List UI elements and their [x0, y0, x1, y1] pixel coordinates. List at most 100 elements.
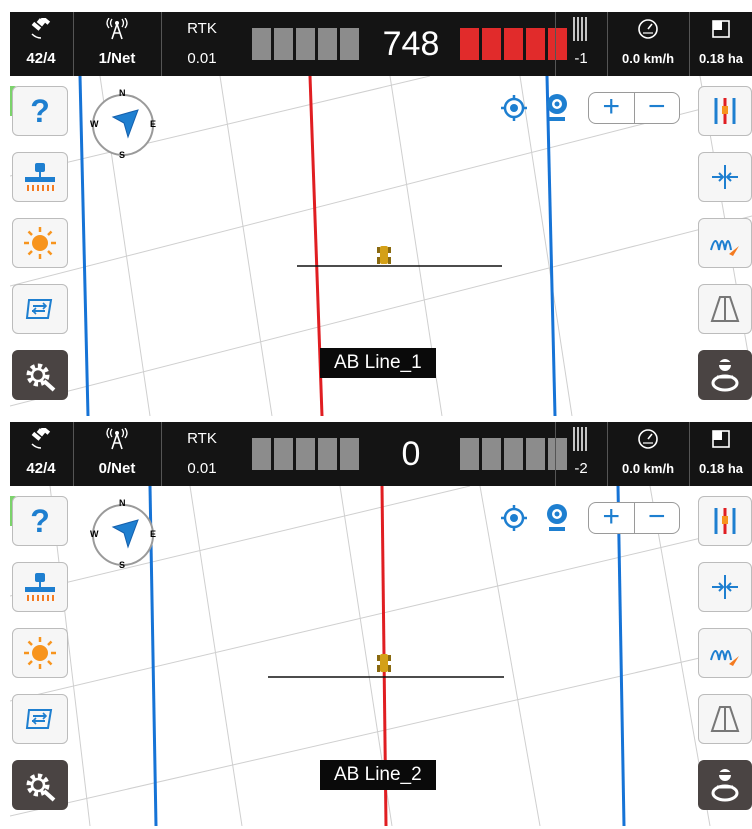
- rows-icon: [556, 16, 606, 42]
- status-bar: 42/4 0/Net RTK 0.01 0 -2 0.0 km/h 0.18 h…: [10, 422, 752, 486]
- guidance-lines-icon: [714, 98, 736, 124]
- area-icon: [690, 426, 752, 452]
- ab-line-label: AB Line_1: [320, 348, 436, 378]
- speed-value: 0.0 km/h: [621, 461, 675, 476]
- compass[interactable]: N S W E: [88, 88, 158, 160]
- network-value: 0/Net: [98, 460, 136, 477]
- deviation-segment: [340, 438, 359, 470]
- guidance-panel-2: 42/4 0/Net RTK 0.01 0 -2 0.0 km/h 0.18 h…: [10, 422, 752, 826]
- network-value: 1/Net: [98, 50, 136, 67]
- offset-adjust-button[interactable]: [698, 562, 752, 612]
- compass[interactable]: N S W E: [88, 498, 158, 570]
- implement-button[interactable]: [12, 152, 68, 202]
- field-map[interactable]: N S W E + − AB Line_2: [10, 486, 752, 826]
- compass-east: E: [150, 119, 157, 129]
- compass-south: S: [119, 150, 126, 160]
- deviation-segment: [318, 438, 337, 470]
- guidance-panel-1: 42/4 1/Net RTK 0.01 748 -1 0.0 km/h 0.18…: [10, 12, 752, 416]
- field-switch-button[interactable]: [12, 284, 68, 334]
- deviation-segment: [460, 28, 479, 60]
- zoom-in-button[interactable]: +: [589, 92, 634, 123]
- speedometer-icon: [608, 426, 688, 452]
- autosteer-button[interactable]: [698, 350, 752, 400]
- network-status[interactable]: 1/Net: [74, 12, 160, 76]
- compass-west: W: [90, 119, 99, 129]
- deviation-segment: [504, 28, 523, 60]
- field-switch-button[interactable]: [12, 694, 68, 744]
- settings-button[interactable]: [12, 760, 68, 810]
- area-value: 0.18 ha: [698, 51, 744, 66]
- autosteer-driver-icon: [711, 359, 739, 392]
- guidance-lines-icon: [714, 508, 736, 534]
- autosteer-button[interactable]: [698, 760, 752, 810]
- rtk-value: 0.01: [187, 460, 217, 477]
- deviation-segment: [526, 28, 545, 60]
- road-view-button[interactable]: [698, 694, 752, 744]
- rtk-status[interactable]: RTK 0.01: [162, 422, 242, 486]
- settings-icon: [26, 363, 56, 392]
- deviation-segment: [274, 28, 293, 60]
- deviation-segment: [504, 438, 523, 470]
- help-button[interactable]: ?: [12, 86, 68, 136]
- rtk-label: RTK: [187, 430, 217, 447]
- line-offset-value: -2: [574, 460, 588, 477]
- brightness-button[interactable]: [12, 628, 68, 678]
- guidance-lines-button[interactable]: [698, 86, 752, 136]
- deviation-segment: [274, 438, 293, 470]
- deviation-indicator: 0: [252, 434, 570, 474]
- line-offset-status[interactable]: -1: [556, 12, 606, 76]
- deviation-value: 748: [382, 24, 440, 63]
- implement-icon: [25, 573, 55, 601]
- deviation-segment: [340, 28, 359, 60]
- help-icon: ?: [30, 92, 50, 129]
- deviation-segment: [252, 438, 271, 470]
- speed-status[interactable]: 0.0 km/h: [608, 422, 688, 486]
- line-offset-value: -1: [574, 50, 588, 67]
- road-view-icon: [710, 296, 740, 322]
- zoom-in-button[interactable]: +: [589, 502, 634, 533]
- curve-mode-icon: [710, 650, 739, 666]
- satellite-icon: [10, 426, 72, 452]
- brightness-button[interactable]: [12, 218, 68, 268]
- deviation-indicator: 748: [252, 24, 570, 64]
- deviation-segment: [526, 438, 545, 470]
- road-view-icon: [710, 706, 740, 732]
- deviation-segment: [296, 438, 315, 470]
- ab-line-label: AB Line_2: [320, 760, 436, 790]
- satellite-status[interactable]: 42/4: [10, 12, 72, 76]
- antenna-icon: [74, 16, 160, 42]
- area-icon: [690, 16, 752, 42]
- help-button[interactable]: ?: [12, 496, 68, 546]
- line-offset-status[interactable]: -2: [556, 422, 606, 486]
- implement-button[interactable]: [12, 562, 68, 612]
- help-icon: ?: [30, 502, 50, 539]
- settings-button[interactable]: [12, 350, 68, 400]
- area-status[interactable]: 0.18 ha: [690, 422, 752, 486]
- compass-south: S: [119, 560, 126, 570]
- deviation-segment: [460, 438, 479, 470]
- curve-mode-button[interactable]: [698, 628, 752, 678]
- road-view-button[interactable]: [698, 284, 752, 334]
- curve-mode-button[interactable]: [698, 218, 752, 268]
- field-map[interactable]: N S W E + − AB Line_1: [10, 76, 752, 416]
- rtk-status[interactable]: RTK 0.01: [162, 12, 242, 76]
- field-switch-icon: [25, 709, 53, 729]
- network-status[interactable]: 0/Net: [74, 422, 160, 486]
- offset-adjust-icon: [712, 165, 738, 189]
- zoom-out-button[interactable]: −: [635, 502, 680, 533]
- deviation-segment: [296, 28, 315, 60]
- brightness-icon: [24, 227, 56, 259]
- zoom-control: + −: [588, 92, 680, 124]
- zoom-out-button[interactable]: −: [635, 92, 680, 123]
- brightness-icon: [24, 637, 56, 669]
- offset-adjust-button[interactable]: [698, 152, 752, 202]
- guidance-lines-button[interactable]: [698, 496, 752, 546]
- area-value: 0.18 ha: [698, 461, 744, 476]
- speed-status[interactable]: 0.0 km/h: [608, 12, 688, 76]
- implement-icon: [25, 163, 55, 191]
- deviation-segment: [252, 28, 271, 60]
- compass-north: N: [119, 88, 126, 98]
- area-status[interactable]: 0.18 ha: [690, 12, 752, 76]
- speedometer-icon: [608, 16, 688, 42]
- satellite-status[interactable]: 42/4: [10, 422, 72, 486]
